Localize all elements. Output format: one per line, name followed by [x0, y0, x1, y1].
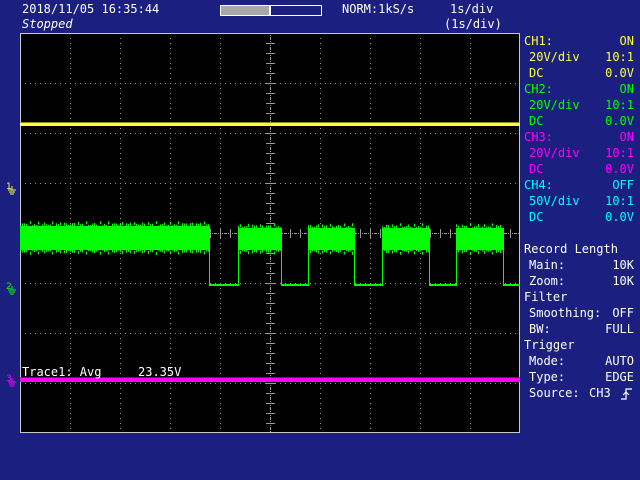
acquisition-mode: NORM:1kS/s: [342, 2, 415, 16]
ch1-coupling: DC: [529, 66, 544, 80]
record-position-fill: [221, 6, 271, 15]
ch4-name: CH4:: [524, 178, 553, 192]
ch1-trace: [20, 122, 520, 126]
ch2-state: ON: [619, 82, 634, 96]
waveform-graticule: Trace1: Avg 23.35V: [20, 33, 520, 433]
measurement-label: Trace1: Avg: [22, 365, 101, 379]
ch4-offset: 0.0V: [605, 210, 634, 224]
ch4-vdiv: 50V/div: [529, 194, 580, 208]
ch2-coupling: DC: [529, 114, 544, 128]
record-length-title: Record Length: [524, 242, 618, 256]
ch1-vdiv: 20V/div: [529, 50, 580, 64]
ch3-offset: 0.0V: [605, 162, 634, 176]
record-main-value: 10K: [612, 258, 634, 272]
trigger-title: Trigger: [524, 338, 575, 352]
smoothing-value: OFF: [612, 306, 634, 320]
ch1-name: CH1:: [524, 34, 553, 48]
ch2-name: CH2:: [524, 82, 553, 96]
trigger-type-label: Type:: [529, 370, 566, 384]
ch3-coupling: DC: [529, 162, 544, 176]
smoothing-label: Smoothing:: [529, 306, 602, 320]
record-zoom-label: Zoom:: [529, 274, 566, 288]
ch1-ground-marker[interactable]: 1: [4, 180, 20, 196]
record-zoom-value: 10K: [612, 274, 634, 288]
ch3-vdiv: 20V/div: [529, 146, 580, 160]
ch2-ground-marker[interactable]: 2: [4, 280, 20, 296]
acquisition-status: Stopped: [22, 17, 73, 31]
ch4-coupling: DC: [529, 210, 544, 224]
ch4-probe: 10:1: [605, 194, 634, 208]
measurement-value: 23.35V: [138, 365, 181, 379]
date-time: 2018/11/05 16:35:44: [22, 2, 160, 16]
ch3-ground-marker[interactable]: 3: [4, 372, 20, 388]
record-main-label: Main:: [529, 258, 566, 272]
record-position-bar: [220, 5, 322, 16]
ch3-state: ON: [619, 130, 634, 144]
ch4-state: OFF: [612, 178, 634, 192]
ch1-state: ON: [619, 34, 634, 48]
rising-edge-icon: [620, 386, 634, 400]
timebase-zoom: (1s/div): [444, 17, 502, 31]
record-position-marker: [269, 6, 271, 15]
waveform-display[interactable]: Trace1: Avg 23.35V: [20, 33, 520, 433]
timebase: 1s/div: [450, 2, 494, 16]
trigger-mode-label: Mode:: [529, 354, 566, 368]
filter-title: Filter: [524, 290, 568, 304]
ch1-probe: 10:1: [605, 50, 634, 64]
ch2-vdiv: 20V/div: [529, 98, 580, 112]
trigger-mode-value: AUTO: [605, 354, 634, 368]
bandwidth-value: FULL: [605, 322, 634, 336]
trigger-source-value: CH3: [589, 386, 611, 400]
trigger-source-label: Source:: [529, 386, 580, 400]
ch1-offset: 0.0V: [605, 66, 634, 80]
ch3-probe: 10:1: [605, 146, 634, 160]
bandwidth-label: BW:: [529, 322, 551, 336]
ch2-probe: 10:1: [605, 98, 634, 112]
trigger-type-value: EDGE: [605, 370, 634, 384]
ch3-name: CH3:: [524, 130, 553, 144]
ch2-offset: 0.0V: [605, 114, 634, 128]
